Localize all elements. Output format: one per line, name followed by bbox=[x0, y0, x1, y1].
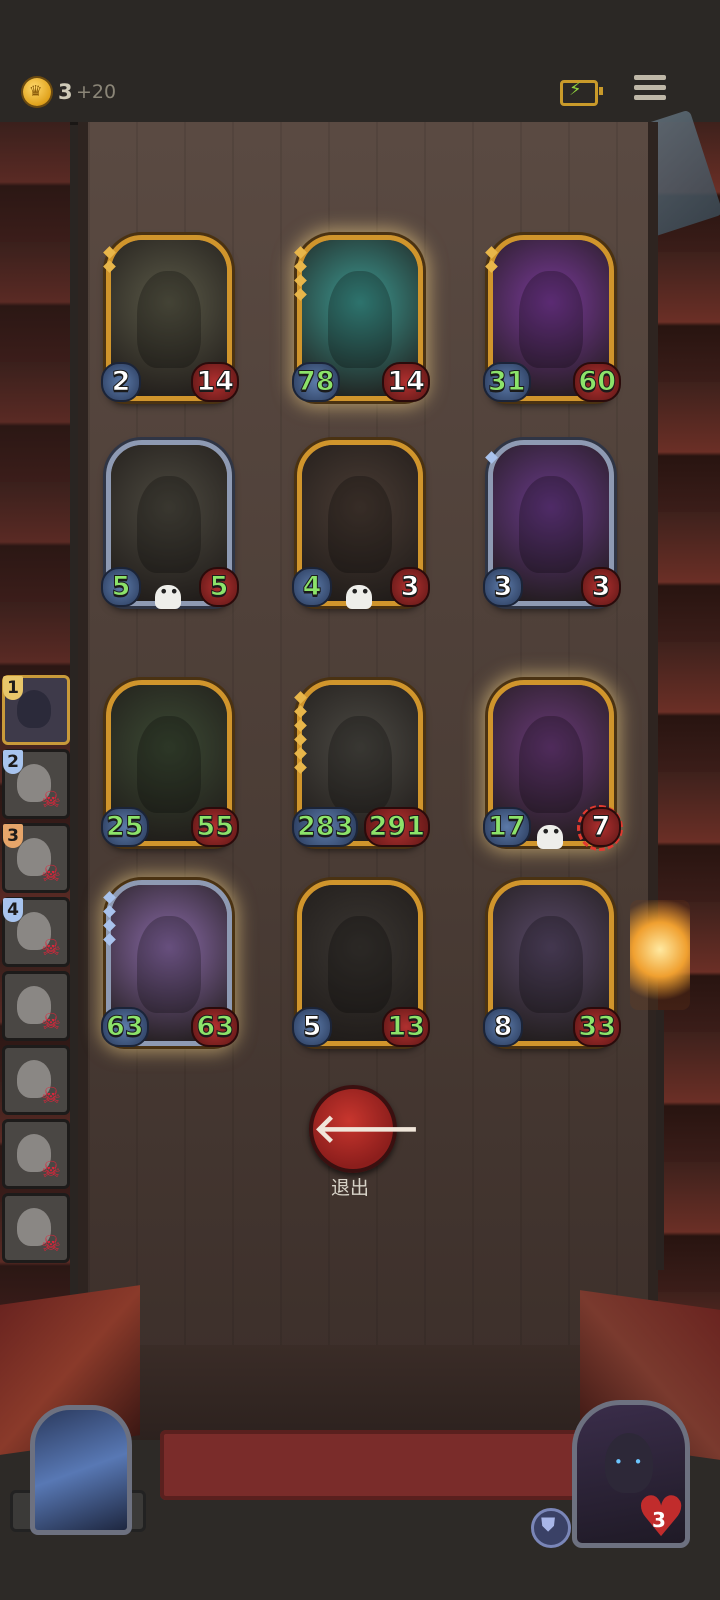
minion-card[interactable]: 17 7 bbox=[483, 680, 623, 851]
minion-health: 60 bbox=[573, 362, 621, 402]
opponent-portrait[interactable]: 2 ☠ bbox=[2, 749, 70, 819]
tier-gems bbox=[103, 891, 116, 949]
minion-attack: 5 bbox=[101, 567, 141, 607]
minion-card[interactable]: 43 bbox=[292, 440, 430, 609]
lamp-pole bbox=[656, 1010, 664, 1270]
eliminated-skull-icon: ☠ bbox=[41, 1084, 61, 1109]
opponent-portrait[interactable]: ☠ bbox=[2, 971, 70, 1041]
opponent-rank: 2 bbox=[3, 750, 23, 774]
gold-income: +20 bbox=[76, 81, 117, 103]
top-bar: 3 +20 ⚡ bbox=[0, 0, 720, 125]
tier-gems bbox=[294, 246, 307, 304]
minion-attack: 3 bbox=[483, 567, 523, 607]
minion-health: 3 bbox=[581, 567, 621, 607]
minion-card[interactable]: 63 63 bbox=[101, 880, 239, 1047]
hero-health-badge: 3 bbox=[636, 1490, 686, 1546]
minion-health: 14 bbox=[191, 362, 239, 402]
minion-card[interactable]: 25 55 bbox=[101, 680, 239, 847]
hero-health-value: 3 bbox=[652, 1508, 666, 1532]
minion-attack: 17 bbox=[483, 807, 531, 847]
opponent-avatar bbox=[17, 690, 51, 728]
tier-gems bbox=[103, 246, 116, 276]
minion-card[interactable]: 8 33 bbox=[483, 880, 621, 1047]
minion-attack: 4 bbox=[292, 567, 332, 607]
minion-health: 14 bbox=[382, 362, 430, 402]
minion-attack: 25 bbox=[101, 807, 149, 847]
eliminated-skull-icon: ☠ bbox=[41, 1010, 61, 1035]
minion-card[interactable]: 78 14 bbox=[292, 235, 430, 402]
lamp-icon bbox=[630, 900, 690, 1010]
exit-label: 退出 bbox=[330, 1177, 369, 1199]
tier-gems bbox=[294, 691, 307, 777]
hero-power-portrait[interactable] bbox=[30, 1405, 132, 1535]
opponent-portrait[interactable]: ☠ bbox=[2, 1119, 70, 1189]
eliminated-skull-icon: ☠ bbox=[41, 862, 61, 887]
minion-attack: 8 bbox=[483, 1007, 523, 1047]
minion-health: 55 bbox=[191, 807, 239, 847]
minion-attack: 2 bbox=[101, 362, 141, 402]
opponent-portrait[interactable]: ☠ bbox=[2, 1193, 70, 1263]
minion-card[interactable]: 31 60 bbox=[483, 235, 621, 402]
minion-attack: 63 bbox=[101, 1007, 149, 1047]
rug bbox=[160, 1430, 580, 1500]
opponent-portrait[interactable]: 4 ☠ bbox=[2, 897, 70, 967]
minion-health: 63 bbox=[191, 1007, 239, 1047]
minion-card[interactable]: 2 14 bbox=[101, 235, 239, 402]
minion-health: 291 bbox=[363, 807, 430, 847]
menu-icon[interactable] bbox=[634, 75, 666, 103]
minion-health: 5 bbox=[199, 567, 239, 607]
minion-health: 3 bbox=[390, 567, 430, 607]
gold-count: 3 bbox=[58, 80, 73, 104]
minion-attack: 283 bbox=[292, 807, 359, 847]
minion-health: 7 bbox=[581, 807, 621, 847]
battery-icon: ⚡ bbox=[560, 79, 603, 106]
eliminated-skull-icon: ☠ bbox=[41, 788, 61, 813]
minion-health: 13 bbox=[382, 1007, 430, 1047]
opponent-portrait[interactable]: ☠ bbox=[2, 1045, 70, 1115]
deathrattle-skull-icon bbox=[537, 822, 563, 849]
armor-shield-icon bbox=[531, 1508, 571, 1548]
eliminated-skull-icon: ☠ bbox=[41, 936, 61, 961]
deathrattle-skull-icon bbox=[155, 582, 181, 609]
deathrattle-skull-icon bbox=[346, 582, 372, 609]
minion-card[interactable]: 33 bbox=[483, 440, 621, 607]
eliminated-skull-icon: ☠ bbox=[41, 1232, 61, 1257]
opponent-rank: 3 bbox=[3, 824, 23, 848]
minion-health: 33 bbox=[573, 1007, 621, 1047]
eliminated-skull-icon: ☠ bbox=[41, 1158, 61, 1183]
opponent-portrait[interactable]: 3 ☠ bbox=[2, 823, 70, 893]
opponent-rank: 1 bbox=[3, 676, 23, 700]
tier-gems bbox=[485, 246, 498, 276]
tier-gems bbox=[485, 451, 498, 467]
minion-attack: 5 bbox=[292, 1007, 332, 1047]
exit-button[interactable]: 🡐 bbox=[309, 1085, 421, 1173]
minion-attack: 31 bbox=[483, 362, 531, 402]
minion-card[interactable]: 283 291 bbox=[292, 680, 430, 847]
opponent-portrait[interactable]: 1 bbox=[2, 675, 70, 745]
minion-card[interactable]: 55 bbox=[101, 440, 239, 609]
back-arrow-icon: 🡐 bbox=[313, 1106, 421, 1152]
minion-card[interactable]: 5 13 bbox=[292, 880, 430, 1047]
gold-coin-icon bbox=[23, 78, 51, 106]
minion-attack: 78 bbox=[292, 362, 340, 402]
opponent-rank: 4 bbox=[3, 898, 23, 922]
